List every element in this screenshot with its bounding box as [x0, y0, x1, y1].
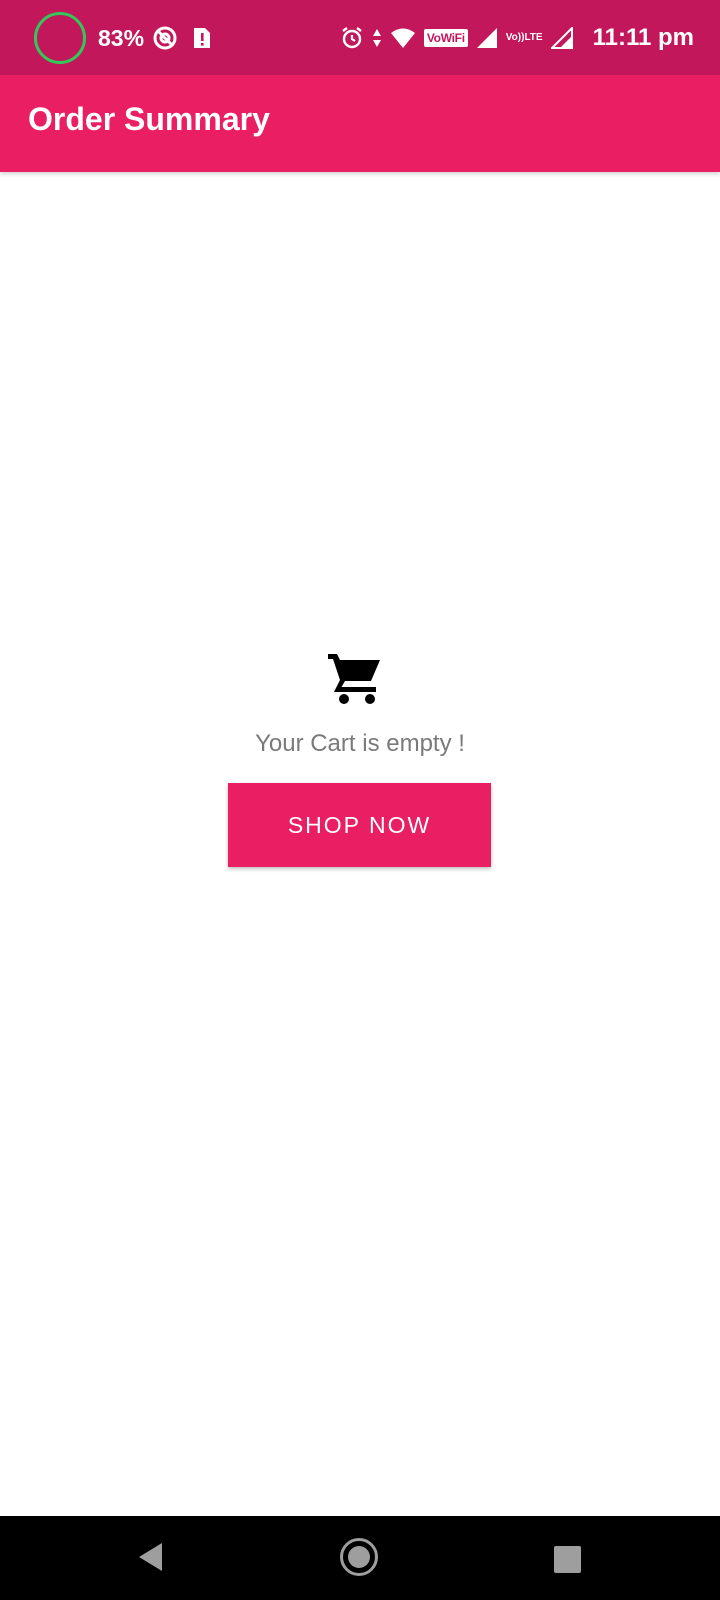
page-title: Order Summary: [28, 101, 270, 137]
signal-icon-1: [476, 27, 498, 49]
signal-icon-2: [550, 27, 573, 49]
volte-badge: Vo)) LTE: [506, 33, 543, 43]
clock: 11:11 pm: [592, 24, 694, 51]
recents-icon[interactable]: [554, 1546, 581, 1573]
status-bar: 83% VoWiFi Vo)) LTE 11:11 pm: [0, 0, 720, 75]
volte-top: Vo)): [505, 32, 525, 43]
battery-ring-icon: [34, 12, 86, 64]
navigation-bar: [0, 1516, 720, 1600]
volte-bottom: LTE: [524, 32, 543, 43]
shopping-cart-icon: [326, 648, 384, 706]
data-activity-icon: [372, 27, 382, 49]
app-bar: Order Summary: [0, 75, 720, 172]
sim-alert-icon: [192, 26, 212, 50]
screen: 83% VoWiFi Vo)) LTE 11:11 pm Order Summa…: [0, 0, 720, 1600]
status-bar-left: 83%: [34, 12, 226, 64]
vowifi-badge: VoWiFi: [423, 29, 468, 47]
data-saver-icon: [152, 25, 178, 51]
status-bar-right: VoWiFi Vo)) LTE 11:11 pm: [340, 14, 694, 62]
shop-now-button[interactable]: SHOP NOW: [228, 783, 491, 867]
empty-cart-message: Your Cart is empty !: [255, 730, 465, 757]
back-icon[interactable]: [136, 1540, 166, 1579]
battery-percent: 83%: [98, 24, 145, 51]
home-icon[interactable]: [340, 1538, 378, 1576]
alarm-icon: [340, 26, 364, 50]
wifi-icon: [390, 27, 416, 49]
